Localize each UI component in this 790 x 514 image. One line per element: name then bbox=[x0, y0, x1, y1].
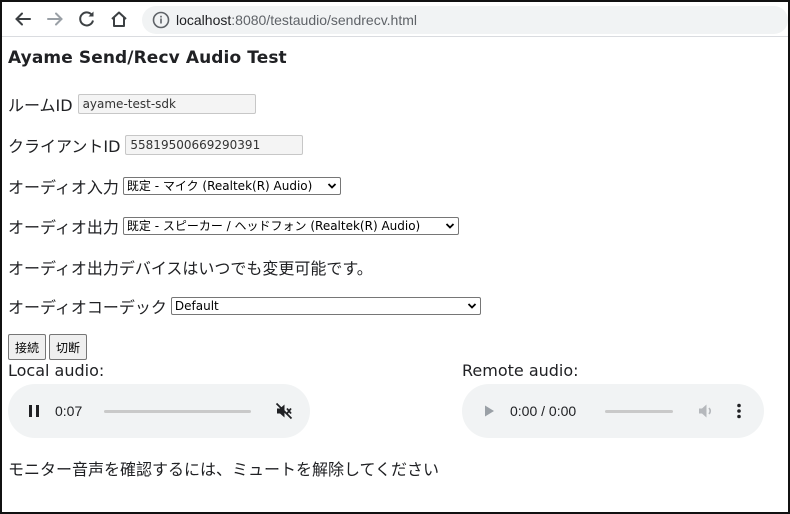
local-audio-label: Local audio: bbox=[8, 361, 105, 380]
url-path: :8080/testaudio/sendrecv.html bbox=[231, 12, 418, 28]
reload-button[interactable] bbox=[75, 7, 99, 31]
audio-output-select[interactable]: 既定 - スピーカー / ヘッドフォン (Realtek(R) Audio) bbox=[122, 217, 459, 235]
disconnect-button[interactable]: 切断 bbox=[49, 334, 88, 360]
pause-icon bbox=[29, 405, 39, 417]
audio-output-value: 既定 - スピーカー / ヘッドフォン (Realtek(R) Audio) bbox=[126, 219, 421, 233]
play-button[interactable] bbox=[482, 401, 496, 421]
pause-button[interactable] bbox=[27, 401, 41, 421]
audio-input-row: オーディオ入力 既定 - マイク (Realtek(R) Audio) bbox=[8, 174, 341, 198]
back-button[interactable] bbox=[11, 7, 35, 31]
room-id-label: ルームID bbox=[8, 96, 73, 115]
home-icon bbox=[111, 11, 127, 27]
codec-row: オーディオコーデック Default bbox=[8, 294, 481, 318]
remote-time-text: 0:00 / 0:00 bbox=[510, 403, 577, 419]
forward-button[interactable] bbox=[43, 7, 67, 31]
volume-icon bbox=[699, 404, 712, 418]
remote-audio-label-row: Remote audio: bbox=[462, 361, 579, 380]
home-button[interactable] bbox=[107, 7, 131, 31]
url-text: localhost:8080/testaudio/sendrecv.html bbox=[176, 11, 417, 29]
more-vert-icon bbox=[737, 403, 741, 419]
output-note-row: オーディオ出力デバイスはいつでも変更可能です。 bbox=[8, 255, 373, 279]
remote-seek-bar[interactable] bbox=[605, 410, 673, 413]
local-seek-bar[interactable] bbox=[104, 410, 251, 413]
chevron-down-icon bbox=[445, 223, 455, 229]
local-time-text: 0:07 bbox=[55, 403, 83, 419]
monitor-note: モニター音声を確認するには、ミュートを解除してください bbox=[8, 460, 440, 479]
connect-button[interactable]: 接続 bbox=[8, 334, 47, 360]
codec-select[interactable]: Default bbox=[170, 297, 481, 315]
local-audio-label-row: Local audio: bbox=[8, 361, 104, 380]
chevron-down-icon bbox=[467, 303, 477, 309]
audio-input-select[interactable]: 既定 - マイク (Realtek(R) Audio) bbox=[122, 177, 341, 195]
reload-icon bbox=[79, 11, 94, 27]
codec-label: オーディオコーデック bbox=[8, 298, 167, 317]
unmute-button[interactable] bbox=[275, 401, 293, 421]
audio-output-label: オーディオ出力 bbox=[8, 218, 119, 237]
arrow-left-icon bbox=[15, 12, 31, 26]
volume-muted-icon bbox=[275, 402, 293, 420]
output-note: オーディオ出力デバイスはいつでも変更可能です。 bbox=[8, 259, 373, 278]
audio-input-label: オーディオ入力 bbox=[8, 178, 119, 197]
page-title: Ayame Send/Recv Audio Test bbox=[8, 48, 287, 68]
client-id-row: クライアントID 55819500669290391 bbox=[8, 133, 304, 157]
page-content: Ayame Send/Recv Audio Test ルームID ayame-t… bbox=[8, 36, 782, 514]
play-icon bbox=[485, 405, 494, 417]
codec-value: Default bbox=[174, 299, 219, 313]
local-time: 0:07 bbox=[55, 401, 82, 421]
more-options-button[interactable] bbox=[732, 401, 746, 421]
remote-audio-label: Remote audio: bbox=[462, 361, 579, 380]
info-icon[interactable] bbox=[152, 11, 170, 29]
chevron-down-icon bbox=[327, 183, 337, 189]
monitor-note-row: モニター音声を確認するには、ミュートを解除してください bbox=[8, 456, 439, 480]
arrow-right-icon bbox=[47, 12, 63, 26]
client-id-input[interactable]: 55819500669290391 bbox=[125, 135, 304, 155]
url-host: localhost bbox=[176, 12, 232, 28]
client-id-label: クライアントID bbox=[8, 137, 121, 156]
remote-volume-button[interactable] bbox=[697, 401, 715, 421]
local-audio-player: 0:07 bbox=[8, 384, 310, 438]
remote-time: 0:00 / 0:00 bbox=[510, 401, 576, 421]
room-id-row: ルームID ayame-test-sdk bbox=[8, 92, 256, 116]
address-bar[interactable]: localhost:8080/testaudio/sendrecv.html bbox=[142, 6, 788, 34]
audio-input-value: 既定 - マイク (Realtek(R) Audio) bbox=[126, 179, 313, 193]
room-id-input[interactable]: ayame-test-sdk bbox=[77, 94, 256, 114]
remote-audio-player: 0:00 / 0:00 bbox=[462, 384, 764, 438]
audio-output-row: オーディオ出力 既定 - スピーカー / ヘッドフォン (Realtek(R) … bbox=[8, 214, 459, 238]
browser-toolbar: localhost:8080/testaudio/sendrecv.html bbox=[2, 2, 788, 37]
button-row: 接続 切断 bbox=[8, 334, 88, 360]
